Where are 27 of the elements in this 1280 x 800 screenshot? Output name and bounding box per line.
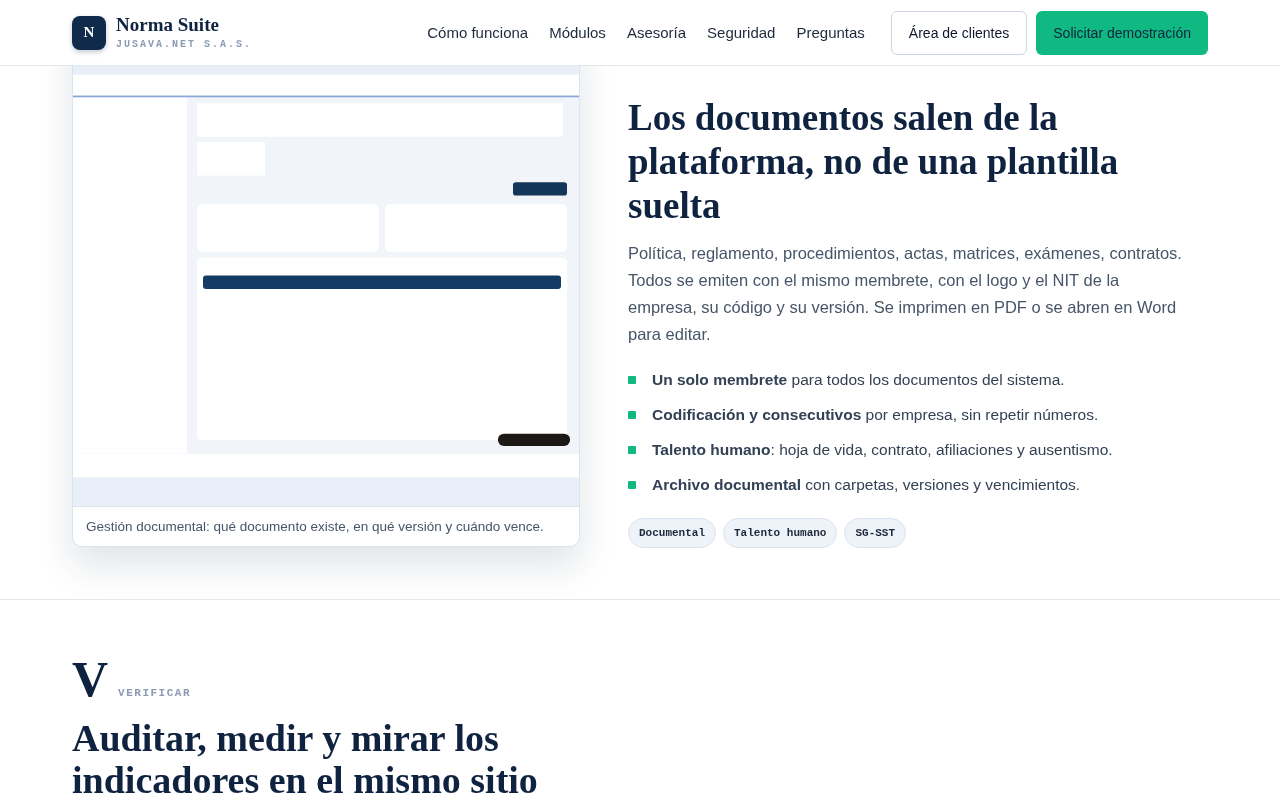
bullet-marker-icon bbox=[628, 375, 636, 384]
nav-link[interactable]: Cómo funciona bbox=[427, 24, 529, 41]
logo-badge[interactable]: N bbox=[72, 15, 106, 50]
section-eyebrow: VERIFICAR bbox=[118, 687, 192, 699]
brand-name: Norma Suite bbox=[116, 15, 220, 35]
screenshot-caption: Gestión documental: qué documento existe, en qué versión y cuándo vence. bbox=[73, 506, 579, 546]
nav-link[interactable]: Seguridad bbox=[707, 24, 776, 41]
demo-request-button[interactable]: Solicitar demostración bbox=[1036, 10, 1208, 55]
bullet-marker-icon bbox=[628, 480, 636, 489]
bullet-marker-icon bbox=[628, 445, 636, 454]
section-paragraph: Política, reglamento, procedimientos, actas, matrices, exámenes, contratos. Todos se emiten con el mismo membrete, con el logo y el NIT de la empresa, su código y su versión. Se imprimen en PDF o se abren en Word para editar. bbox=[628, 243, 1183, 345]
feature-bullet: Archivo documental con carpetas, versiones y vencimientos. bbox=[652, 475, 1081, 495]
nav-link[interactable]: Preguntas bbox=[796, 24, 865, 41]
section-heading: Los documentos salen de la plataforma, no de una plantilla suelta bbox=[628, 96, 1120, 228]
feature-bullet: Talento humano: hoja de vida, contrato, afiliaciones y ausentismo. bbox=[652, 440, 1113, 460]
bullet-marker-icon bbox=[628, 410, 636, 419]
topic-tag: Talento humano bbox=[723, 518, 838, 548]
topic-tag: Documental bbox=[628, 518, 716, 548]
company-name: JUSAVA.NET S.A.S. bbox=[116, 39, 253, 50]
feature-bullet: Un solo membrete para todos los documentos del sistema. bbox=[652, 370, 1065, 390]
section-heading: Auditar, medir y mirar los indicadores en el mismo sitio bbox=[72, 717, 539, 800]
topic-tag: SG-SST bbox=[844, 518, 907, 548]
nav-link[interactable]: Asesoría bbox=[626, 24, 687, 41]
nav-link[interactable]: Módulos bbox=[549, 24, 606, 41]
section-numeral: V bbox=[72, 655, 109, 703]
client-area-button[interactable]: Área de clientes bbox=[890, 10, 1028, 55]
feature-bullet: Codificación y consecutivos por empresa, sin repetir números. bbox=[652, 405, 1099, 425]
